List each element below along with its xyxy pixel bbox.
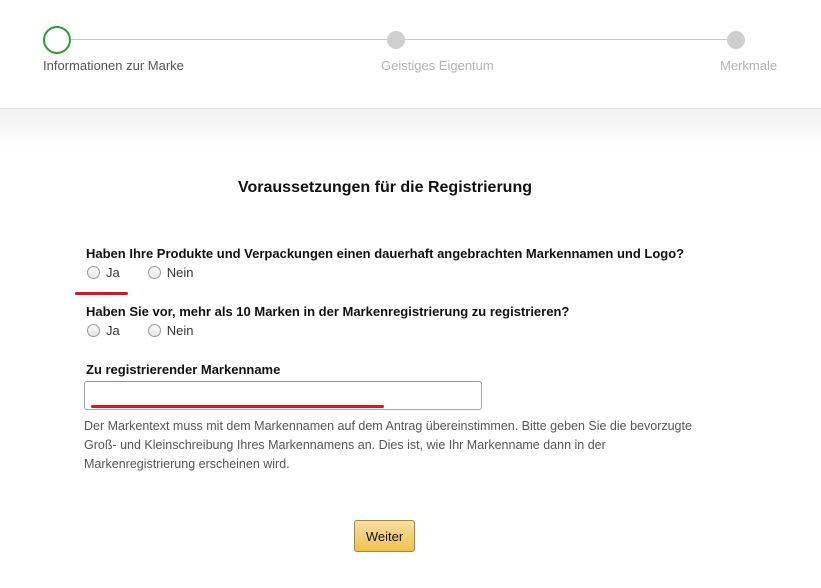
step-connector bbox=[405, 39, 727, 40]
step-1-indicator bbox=[43, 26, 71, 54]
step-3-indicator bbox=[727, 31, 745, 49]
q2-no-radio[interactable]: Nein bbox=[147, 323, 194, 338]
step-2-label: Geistiges Eigentum bbox=[381, 58, 494, 73]
annotation-underline bbox=[91, 405, 384, 408]
question-1-label: Haben Ihre Produkte und Verpackungen ein… bbox=[86, 246, 685, 261]
radio-circle-icon[interactable] bbox=[147, 266, 161, 279]
annotation-underline bbox=[75, 292, 128, 295]
step-3-label: Merkmale bbox=[720, 58, 778, 73]
radio-circle-icon[interactable] bbox=[147, 324, 161, 337]
question-1-options: Ja Nein bbox=[87, 265, 211, 280]
step-2-indicator bbox=[387, 31, 405, 49]
page-title: Voraussetzungen für die Registrierung bbox=[238, 179, 532, 196]
q1-yes-radio[interactable]: Ja bbox=[87, 265, 120, 280]
step-1-label: Informationen zur Marke bbox=[43, 58, 184, 73]
header-shadow bbox=[0, 109, 821, 149]
q1-no-radio[interactable]: Nein bbox=[147, 265, 194, 280]
radio-label: Nein bbox=[166, 265, 194, 280]
brand-name-label: Zu registrierender Markenname bbox=[86, 362, 281, 377]
step-connector bbox=[70, 39, 388, 40]
brand-name-help-text: Der Markentext muss mit dem Markennamen … bbox=[84, 419, 692, 471]
radio-circle-icon[interactable] bbox=[87, 324, 100, 337]
question-2-label: Haben Sie vor, mehr als 10 Marken in der… bbox=[86, 304, 570, 319]
radio-label: Ja bbox=[106, 265, 120, 280]
question-2-options: Ja Nein bbox=[87, 323, 211, 338]
continue-button[interactable]: Weiter bbox=[354, 520, 415, 552]
progress-stepper: Informationen zur Marke Geistiges Eigent… bbox=[0, 0, 821, 109]
radio-label: Nein bbox=[166, 323, 194, 338]
radio-circle-icon[interactable] bbox=[87, 266, 100, 279]
radio-label: Ja bbox=[106, 323, 120, 338]
q2-yes-radio[interactable]: Ja bbox=[87, 323, 120, 338]
